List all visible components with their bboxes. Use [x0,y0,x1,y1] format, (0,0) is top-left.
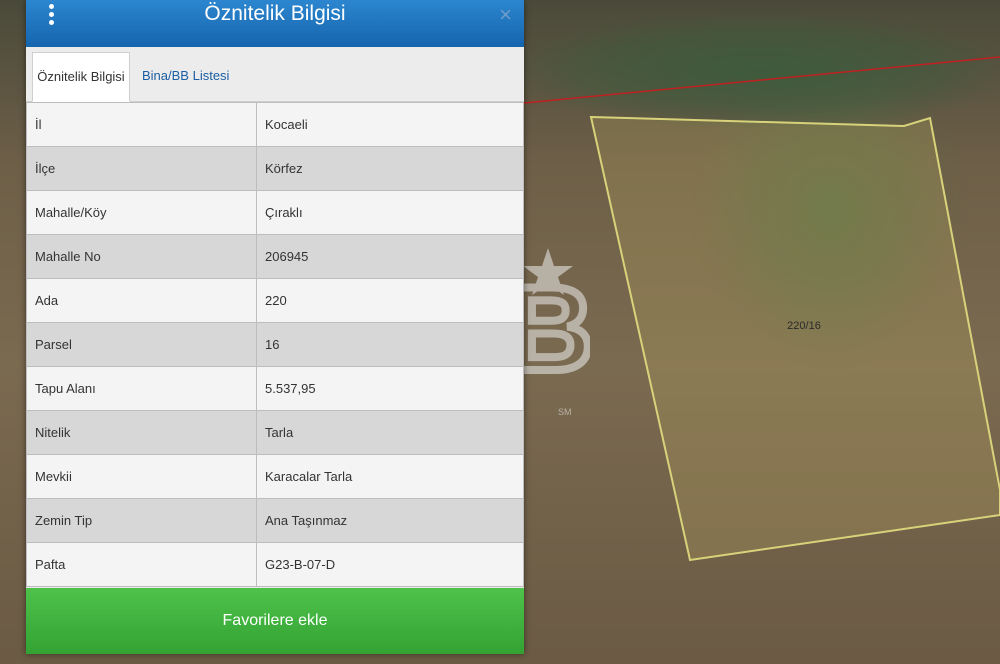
row-key: İl [26,102,257,147]
table-row: Mahalle/Köy Çıraklı [26,190,524,235]
row-key: Mahalle No [26,234,257,279]
panel-header: Öznitelik Bilgisi × [26,0,524,47]
row-value: Tarla [256,410,524,455]
row-key: Pafta [26,542,257,587]
row-value: 220 [256,278,524,323]
table-row: Ada 220 [26,278,524,323]
tab-bar: Öznitelik Bilgisi Bina/BB Listesi [26,47,524,102]
table-row: Parsel 16 [26,322,524,367]
row-key: Ada [26,278,257,323]
row-value: 206945 [256,234,524,279]
panel-title: Öznitelik Bilgisi [204,2,346,25]
row-value: Körfez [256,146,524,191]
parcel-outline[interactable] [589,115,1000,562]
add-favorite-button[interactable]: Favorilere ekle [26,588,524,654]
row-value: Kocaeli [256,102,524,147]
row-key: İlçe [26,146,257,191]
row-key: Mahalle/Köy [26,190,257,235]
tab-attribute-info[interactable]: Öznitelik Bilgisi [32,52,130,102]
row-value: Karacalar Tarla [256,454,524,499]
table-row: Tapu Alanı 5.537,95 [26,366,524,411]
row-key: Mevkii [26,454,257,499]
table-row: İl Kocaeli [26,102,524,147]
tab-building-list[interactable]: Bina/BB Listesi [142,52,229,100]
road-line [523,56,1000,104]
row-key: Tapu Alanı [26,366,257,411]
attribute-panel: Öznitelik Bilgisi × Öznitelik Bilgisi Bi… [26,0,524,654]
row-value: 5.537,95 [256,366,524,411]
row-key: Zemin Tip [26,498,257,543]
watermark-mark: SM [558,407,572,417]
attribute-table: İl Kocaeli İlçe Körfez Mahalle/Köy Çıraklı … [26,102,524,587]
close-icon[interactable]: × [499,2,512,28]
row-value: 16 [256,322,524,367]
row-value: Ana Taşınmaz [256,498,524,543]
row-value: G23-B-07-D [256,542,524,587]
table-row: Nitelik Tarla [26,410,524,455]
parcel-label: 220/16 [787,320,821,332]
table-row: Zemin Tip Ana Taşınmaz [26,498,524,543]
table-row: İlçe Körfez [26,146,524,191]
table-row: Mahalle No 206945 [26,234,524,279]
row-key: Parsel [26,322,257,367]
table-row: Mevkii Karacalar Tarla [26,454,524,499]
row-value: Çıraklı [256,190,524,235]
table-row: Pafta G23-B-07-D [26,542,524,587]
row-key: Nitelik [26,410,257,455]
